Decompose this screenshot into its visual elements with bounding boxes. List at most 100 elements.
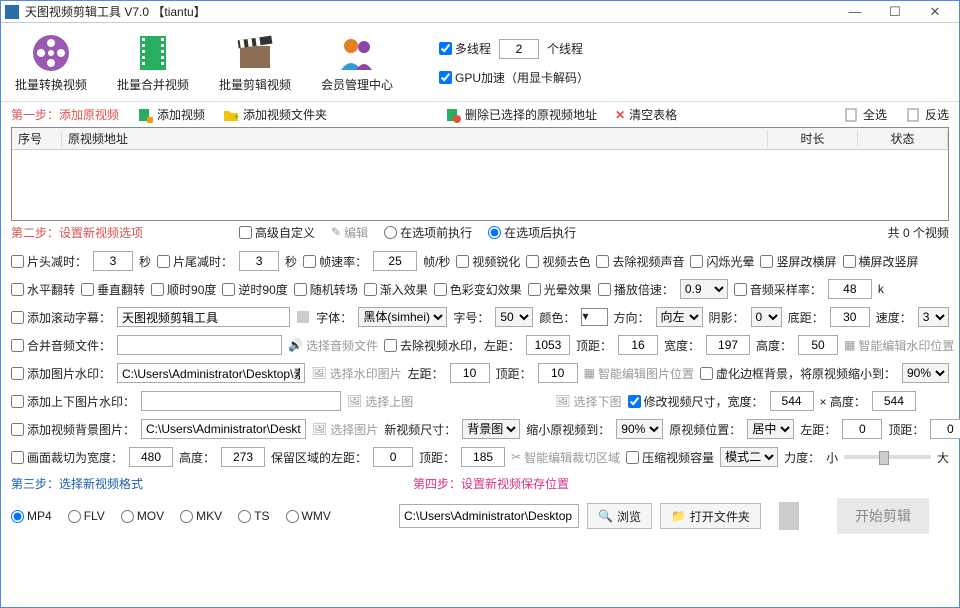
tail-cut-input[interactable] [239, 251, 279, 271]
keep-left-input[interactable] [373, 447, 413, 467]
merge-audio-checkbox[interactable]: 合并音频文件： [11, 337, 111, 354]
invert-selection-button[interactable]: 反选 [905, 106, 949, 123]
shrink-select[interactable]: 90% [616, 419, 663, 439]
gpu-checkbox[interactable]: GPU加速（用显卡解码） [439, 69, 589, 86]
close-button[interactable]: ✕ [915, 2, 955, 22]
shadow-select[interactable]: 0 [751, 307, 782, 327]
select-bg-button[interactable]: 🖼选择图片 [312, 421, 378, 438]
col-seq[interactable]: 序号 [12, 130, 62, 147]
select-all-button[interactable]: 全选 [843, 106, 887, 123]
maximize-button[interactable]: ☐ [875, 2, 915, 22]
exec-after-radio[interactable]: 在选项后执行 [488, 224, 576, 241]
tool-batch-merge[interactable]: 批量合并视频 [113, 32, 193, 93]
bg-left-input[interactable] [842, 419, 882, 439]
rm-left-input[interactable] [526, 335, 570, 355]
fade-checkbox[interactable]: 渐入效果 [364, 281, 428, 298]
compress-select[interactable]: 模式二 [720, 447, 778, 467]
flash-checkbox[interactable]: 闪烁光晕 [690, 253, 754, 270]
resize-checkbox[interactable]: 修改视频尺寸，宽度： [628, 393, 764, 410]
col-duration[interactable]: 时长 [768, 130, 858, 147]
hflip-checkbox[interactable]: 水平翻转 [11, 281, 75, 298]
arate-checkbox[interactable]: 音频采样率： [734, 281, 822, 298]
tool-member-center[interactable]: 会员管理中心 [317, 32, 397, 93]
advanced-checkbox[interactable]: 高级自定义 [239, 224, 315, 241]
format-flv[interactable]: FLV [68, 509, 105, 523]
tb-wm-input[interactable] [141, 391, 341, 411]
arate-input[interactable] [828, 279, 872, 299]
fontsize-select[interactable]: 50 [495, 307, 533, 327]
start-button[interactable]: 开始剪辑 [837, 498, 929, 534]
head-cut-checkbox[interactable]: 片头减时： [11, 253, 87, 270]
smart-img-button[interactable]: ▦智能编辑图片位置 [584, 365, 694, 382]
font-select[interactable]: 黑体(simhei) [358, 307, 447, 327]
bg-path-input[interactable] [141, 419, 306, 439]
desaturate-checkbox[interactable]: 视频去色 [526, 253, 590, 270]
land2port-checkbox[interactable]: 竖屏改横屏 [760, 253, 836, 270]
wm-path-input[interactable] [117, 363, 305, 383]
format-mkv[interactable]: MKV [180, 509, 222, 523]
resize-h-input[interactable] [872, 391, 916, 411]
format-mov[interactable]: MOV [121, 509, 164, 523]
select-wm-button[interactable]: 🖼选择水印图片 [311, 365, 401, 382]
orig-pos-select[interactable]: 居中 [747, 419, 794, 439]
add-folder-button[interactable]: + 添加视频文件夹 [223, 106, 327, 123]
select-top-button[interactable]: 🖼选择上图 [347, 393, 413, 410]
cw90-checkbox[interactable]: 顺时90度 [151, 281, 216, 298]
remove-audio-checkbox[interactable]: 去除视频声音 [596, 253, 684, 270]
sharpen-checkbox[interactable]: 视频锐化 [456, 253, 520, 270]
fps-checkbox[interactable]: 帧速率： [303, 253, 367, 270]
format-ts[interactable]: TS [238, 509, 269, 523]
minimize-button[interactable]: — [835, 2, 875, 22]
new-size-select[interactable]: 背景图 [462, 419, 520, 439]
delete-selected-button[interactable]: 删除已选择的原视频地址 [445, 106, 597, 123]
vflip-checkbox[interactable]: 垂直翻转 [81, 281, 145, 298]
tail-cut-checkbox[interactable]: 片尾减时： [157, 253, 233, 270]
col-status[interactable]: 状态 [858, 130, 948, 147]
resize-w-input[interactable] [770, 391, 814, 411]
keep-top-input[interactable] [461, 447, 505, 467]
random-transition-checkbox[interactable]: 随机转场 [294, 281, 358, 298]
edit-button[interactable]: ✎编辑 [331, 224, 368, 241]
strength-slider[interactable] [844, 455, 931, 459]
open-folder-button[interactable]: 📁 打开文件夹 [660, 503, 761, 529]
port2land-checkbox[interactable]: 横屏改竖屏 [843, 253, 919, 270]
select-audio-button[interactable]: 🔊选择音频文件 [288, 337, 378, 354]
browse-button[interactable]: 🔍 浏览 [587, 503, 652, 529]
vborder-select[interactable]: 90% [902, 363, 949, 383]
col-path[interactable]: 原视频地址 [62, 130, 768, 147]
vborder-checkbox[interactable]: 虚化边框背景，将原视频缩小到： [700, 365, 896, 382]
crop-h-input[interactable] [221, 447, 265, 467]
head-cut-input[interactable] [93, 251, 133, 271]
tool-batch-edit[interactable]: 批量剪辑视频 [215, 32, 295, 93]
tb-wm-checkbox[interactable]: 添加上下图片水印： [11, 393, 135, 410]
speed-checkbox[interactable]: 播放倍速： [598, 281, 674, 298]
crop-w-input[interactable] [129, 447, 173, 467]
wm-top-input[interactable] [538, 363, 578, 383]
crop-checkbox[interactable]: 画面裁切为宽度： [11, 449, 123, 466]
subtitle-input[interactable] [117, 307, 290, 327]
rm-h-input[interactable] [798, 335, 838, 355]
direction-select[interactable]: 向左 [656, 307, 703, 327]
save-path-input[interactable] [399, 504, 579, 528]
audio-path-input[interactable] [117, 335, 282, 355]
exec-before-radio[interactable]: 在选项前执行 [384, 224, 472, 241]
multithread-checkbox[interactable]: 多线程 [439, 40, 491, 57]
compress-checkbox[interactable]: 压缩视频容量 [626, 449, 714, 466]
scroll-speed-select[interactable]: 3 [918, 307, 949, 327]
glow-checkbox[interactable]: 光晕效果 [528, 281, 592, 298]
format-mp4[interactable]: MP4 [11, 509, 52, 523]
add-video-button[interactable]: 添加视频 [137, 106, 205, 123]
add-bg-checkbox[interactable]: 添加视频背景图片： [11, 421, 135, 438]
clear-table-button[interactable]: ✕ 清空表格 [615, 106, 677, 123]
subtitle-checkbox[interactable]: 添加滚动字幕： [11, 309, 111, 326]
subtitle-file-icon[interactable] [296, 310, 310, 324]
select-bottom-button[interactable]: 🖼选择下图 [555, 393, 621, 410]
bg-top-input[interactable] [930, 419, 960, 439]
smart-crop-button[interactable]: ✂智能编辑裁切区域 [511, 449, 620, 466]
smart-wm-button[interactable]: ▦智能编辑水印位置 [844, 337, 954, 354]
rm-top-input[interactable] [618, 335, 658, 355]
color-shift-checkbox[interactable]: 色彩变幻效果 [434, 281, 522, 298]
wm-left-input[interactable] [450, 363, 490, 383]
rm-w-input[interactable] [706, 335, 750, 355]
tool-batch-convert[interactable]: 批量转换视频 [11, 32, 91, 93]
